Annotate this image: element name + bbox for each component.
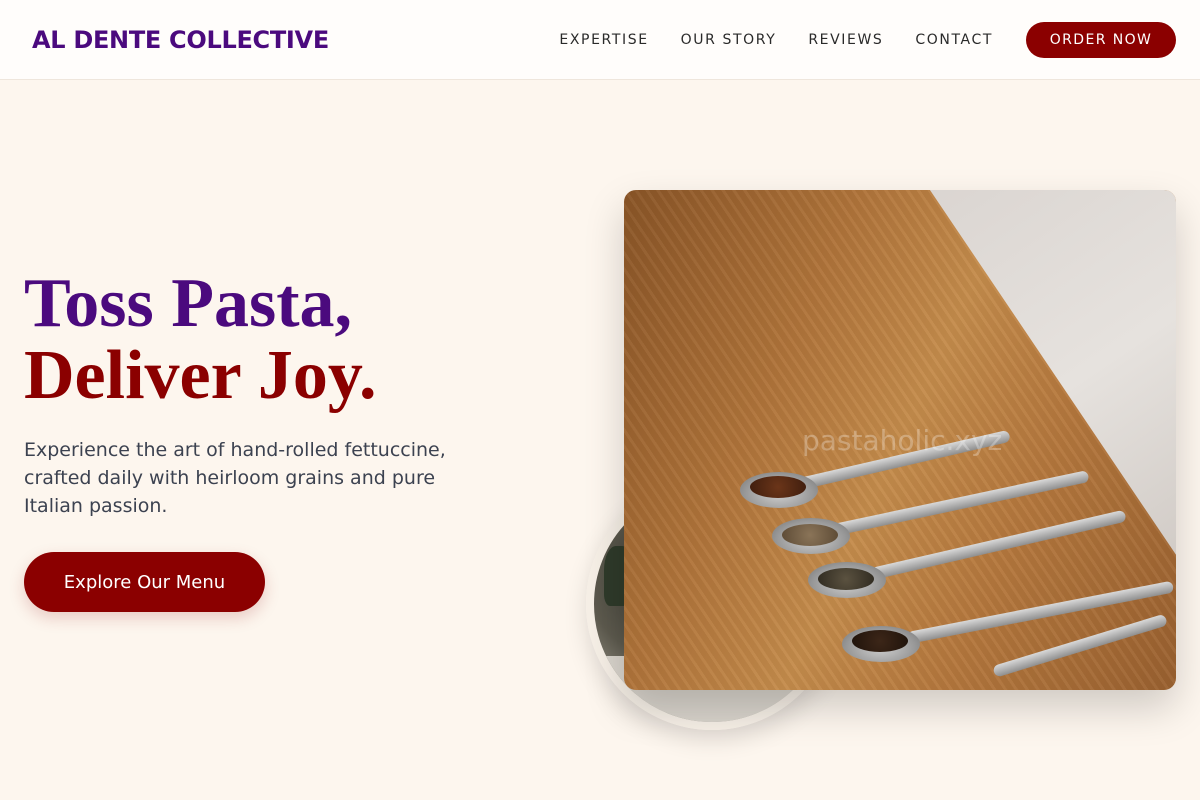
nav-link-contact[interactable]: CONTACT	[915, 32, 993, 48]
hero-subtitle: Experience the art of hand-rolled fettuc…	[24, 439, 446, 517]
hero-title-line1: Toss Pasta,	[24, 265, 353, 342]
hero-title-line2: Deliver Joy.	[24, 337, 377, 414]
order-now-button[interactable]: ORDER NOW	[1026, 21, 1176, 58]
nav-link-expertise[interactable]: EXPERTISE	[559, 32, 648, 48]
hero-title: Toss Pasta, Deliver Joy.	[24, 268, 377, 412]
nav-link-our-story[interactable]: OUR STORY	[681, 32, 777, 48]
site-header: AL DENTE COLLECTIVE EXPERTISE OUR STORY …	[0, 0, 1200, 80]
explore-menu-button[interactable]: Explore Our Menu	[24, 552, 265, 612]
nav-link-reviews[interactable]: REVIEWS	[808, 32, 883, 48]
brand-logo[interactable]: AL DENTE COLLECTIVE	[32, 26, 329, 54]
main-nav: EXPERTISE OUR STORY REVIEWS CONTACT	[559, 32, 993, 48]
image-watermark: pastaholic.xyz	[802, 424, 1003, 457]
